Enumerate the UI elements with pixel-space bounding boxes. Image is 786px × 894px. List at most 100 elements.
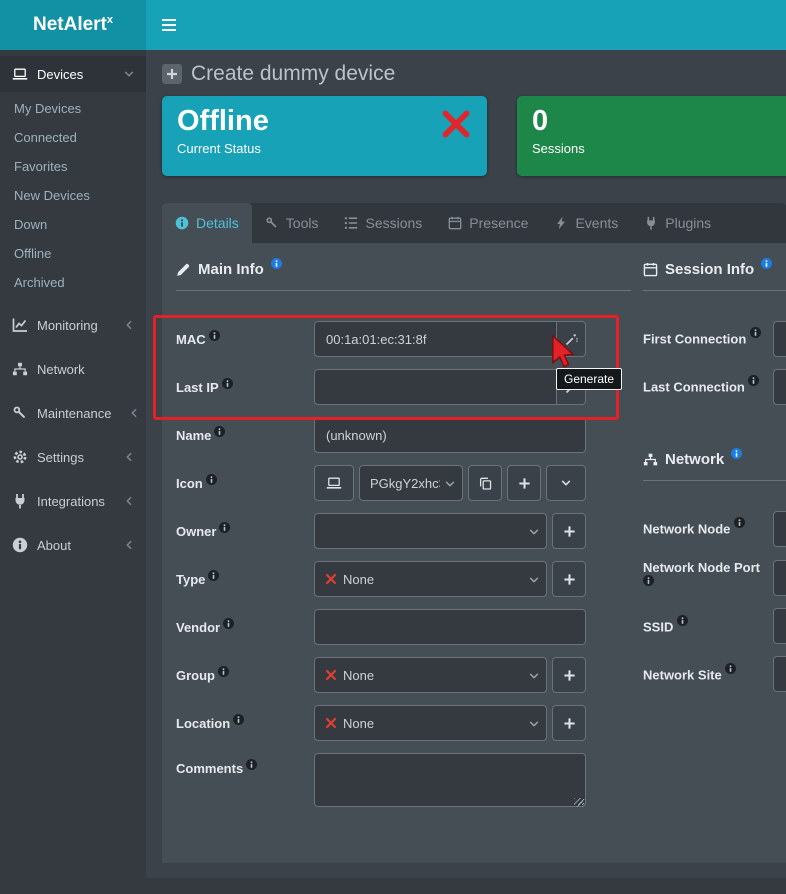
comments-label: Comments: [176, 753, 314, 776]
field-row-location: Location None: [176, 705, 631, 741]
owner-select[interactable]: [314, 513, 547, 549]
name-input[interactable]: [314, 417, 586, 453]
sitemap-icon: [643, 452, 658, 467]
network-node-label: Network Node: [643, 519, 773, 538]
tab-tools[interactable]: Tools: [252, 203, 332, 243]
tab-plugins[interactable]: Plugins: [631, 203, 724, 243]
info-badge-icon: [725, 665, 736, 674]
tab-label: Sessions: [365, 215, 422, 231]
comments-textarea[interactable]: [314, 753, 586, 807]
info-badge-icon: [271, 261, 282, 269]
sidebar-item-label: About: [37, 538, 71, 553]
tab-presence[interactable]: Presence: [435, 203, 541, 243]
main-info-section: Main Info MAC: [176, 261, 631, 837]
tab-label: Details: [196, 215, 239, 231]
location-select[interactable]: None: [314, 705, 547, 741]
plug-icon: [644, 216, 658, 230]
ssid-input[interactable]: [773, 608, 786, 644]
sidebar-item-down[interactable]: Down: [0, 210, 146, 239]
sidebar-toggle-button[interactable]: [161, 17, 177, 33]
tab-events[interactable]: Events: [541, 203, 631, 243]
divider: [643, 480, 786, 481]
sidebar-item-maintenance[interactable]: Maintenance: [0, 395, 146, 431]
generate-ip-button[interactable]: [557, 369, 586, 405]
first-connection-input[interactable]: [773, 321, 786, 357]
page-title: Create dummy device: [162, 62, 770, 86]
status-boxes: Offline Current Status 0 Sessions: [146, 96, 786, 176]
owner-label: Owner: [176, 524, 314, 539]
sidebar-item-label: Maintenance: [37, 406, 111, 421]
vendor-input[interactable]: [314, 609, 586, 645]
add-type-button[interactable]: [552, 561, 586, 597]
sidebar-item-archived[interactable]: Archived: [0, 268, 146, 297]
copy-icon-button[interactable]: [468, 465, 502, 501]
magic-wand-icon: [565, 381, 578, 394]
last-ip-input[interactable]: [314, 369, 557, 405]
tab-sessions[interactable]: Sessions: [331, 203, 435, 243]
brand-logo[interactable]: NetAlertx: [0, 0, 146, 50]
generate-mac-button[interactable]: [557, 321, 586, 357]
tab-label: Presence: [469, 215, 528, 231]
status-value: Offline: [177, 105, 472, 138]
type-label: Type: [176, 572, 314, 587]
info-badge-icon: [246, 761, 257, 770]
info-badge-icon: [218, 668, 229, 677]
add-owner-button[interactable]: [552, 513, 586, 549]
sidebar-item-about[interactable]: About: [0, 527, 146, 563]
sidebar-item-offline[interactable]: Offline: [0, 239, 146, 268]
chevron-left-icon: [124, 496, 134, 506]
sidebar-item-label: Integrations: [37, 494, 105, 509]
network-node-input[interactable]: [773, 511, 786, 547]
network-site-label: Network Site: [643, 665, 773, 684]
main-info-header: Main Info: [176, 261, 631, 278]
red-x-icon: [325, 717, 337, 729]
group-select[interactable]: None: [314, 657, 547, 693]
brand-sup: x: [107, 14, 113, 26]
red-x-icon: [325, 669, 337, 681]
info-circle-icon: [12, 537, 28, 553]
info-badge-icon: [206, 476, 217, 485]
field-row-network-site: Network Site: [643, 656, 786, 692]
sidebar-item-new-devices[interactable]: New Devices: [0, 181, 146, 210]
sidebar-item-settings[interactable]: Settings: [0, 439, 146, 475]
sessions-count: 0: [532, 105, 786, 138]
field-row-vendor: Vendor: [176, 609, 631, 645]
icon-select[interactable]: PGkgY2xhc3M: [359, 465, 463, 501]
brand-name: NetAlert: [33, 14, 107, 36]
last-connection-input[interactable]: [773, 369, 786, 405]
device-card: Details Tools Sessions Presence Events P…: [162, 203, 786, 863]
icon-preview-button[interactable]: [314, 465, 354, 501]
magic-wand-icon: [565, 333, 578, 346]
sidebar-item-integrations[interactable]: Integrations: [0, 483, 146, 519]
page-title-text: Create dummy device: [191, 62, 395, 86]
sidebar-item-label: Monitoring: [37, 318, 98, 333]
add-location-button[interactable]: [552, 705, 586, 741]
sessions-label: Sessions: [532, 141, 786, 156]
footer-bar: [146, 878, 786, 894]
add-group-button[interactable]: [552, 657, 586, 693]
sidebar-item-network[interactable]: Network: [0, 351, 146, 387]
tab-label: Tools: [286, 215, 319, 231]
icon-dropdown-button[interactable]: [546, 465, 586, 501]
plus-icon: [563, 717, 576, 730]
sidebar-item-favorites[interactable]: Favorites: [0, 152, 146, 181]
x-mark-icon: [441, 109, 471, 139]
add-icon-button[interactable]: [507, 465, 541, 501]
chevron-down-icon: [529, 527, 539, 537]
vendor-label: Vendor: [176, 620, 314, 635]
network-node-port-input[interactable]: [773, 560, 786, 596]
main-content: Create dummy device Offline Current Stat…: [146, 50, 786, 894]
sidebar-item-label: Network: [37, 362, 85, 377]
status-label: Current Status: [177, 141, 472, 156]
mac-input[interactable]: [314, 321, 557, 357]
sidebar-item-connected[interactable]: Connected: [0, 123, 146, 152]
sidebar-item-my-devices[interactable]: My Devices: [0, 94, 146, 123]
tab-details[interactable]: Details: [162, 203, 252, 243]
divider: [643, 290, 786, 291]
sidebar-item-devices[interactable]: Devices: [0, 56, 146, 92]
content-header: Create dummy device: [146, 50, 786, 96]
type-select[interactable]: None: [314, 561, 547, 597]
network-site-input[interactable]: [773, 656, 786, 692]
info-badge-icon: [748, 377, 759, 386]
sidebar-item-monitoring[interactable]: Monitoring: [0, 307, 146, 343]
